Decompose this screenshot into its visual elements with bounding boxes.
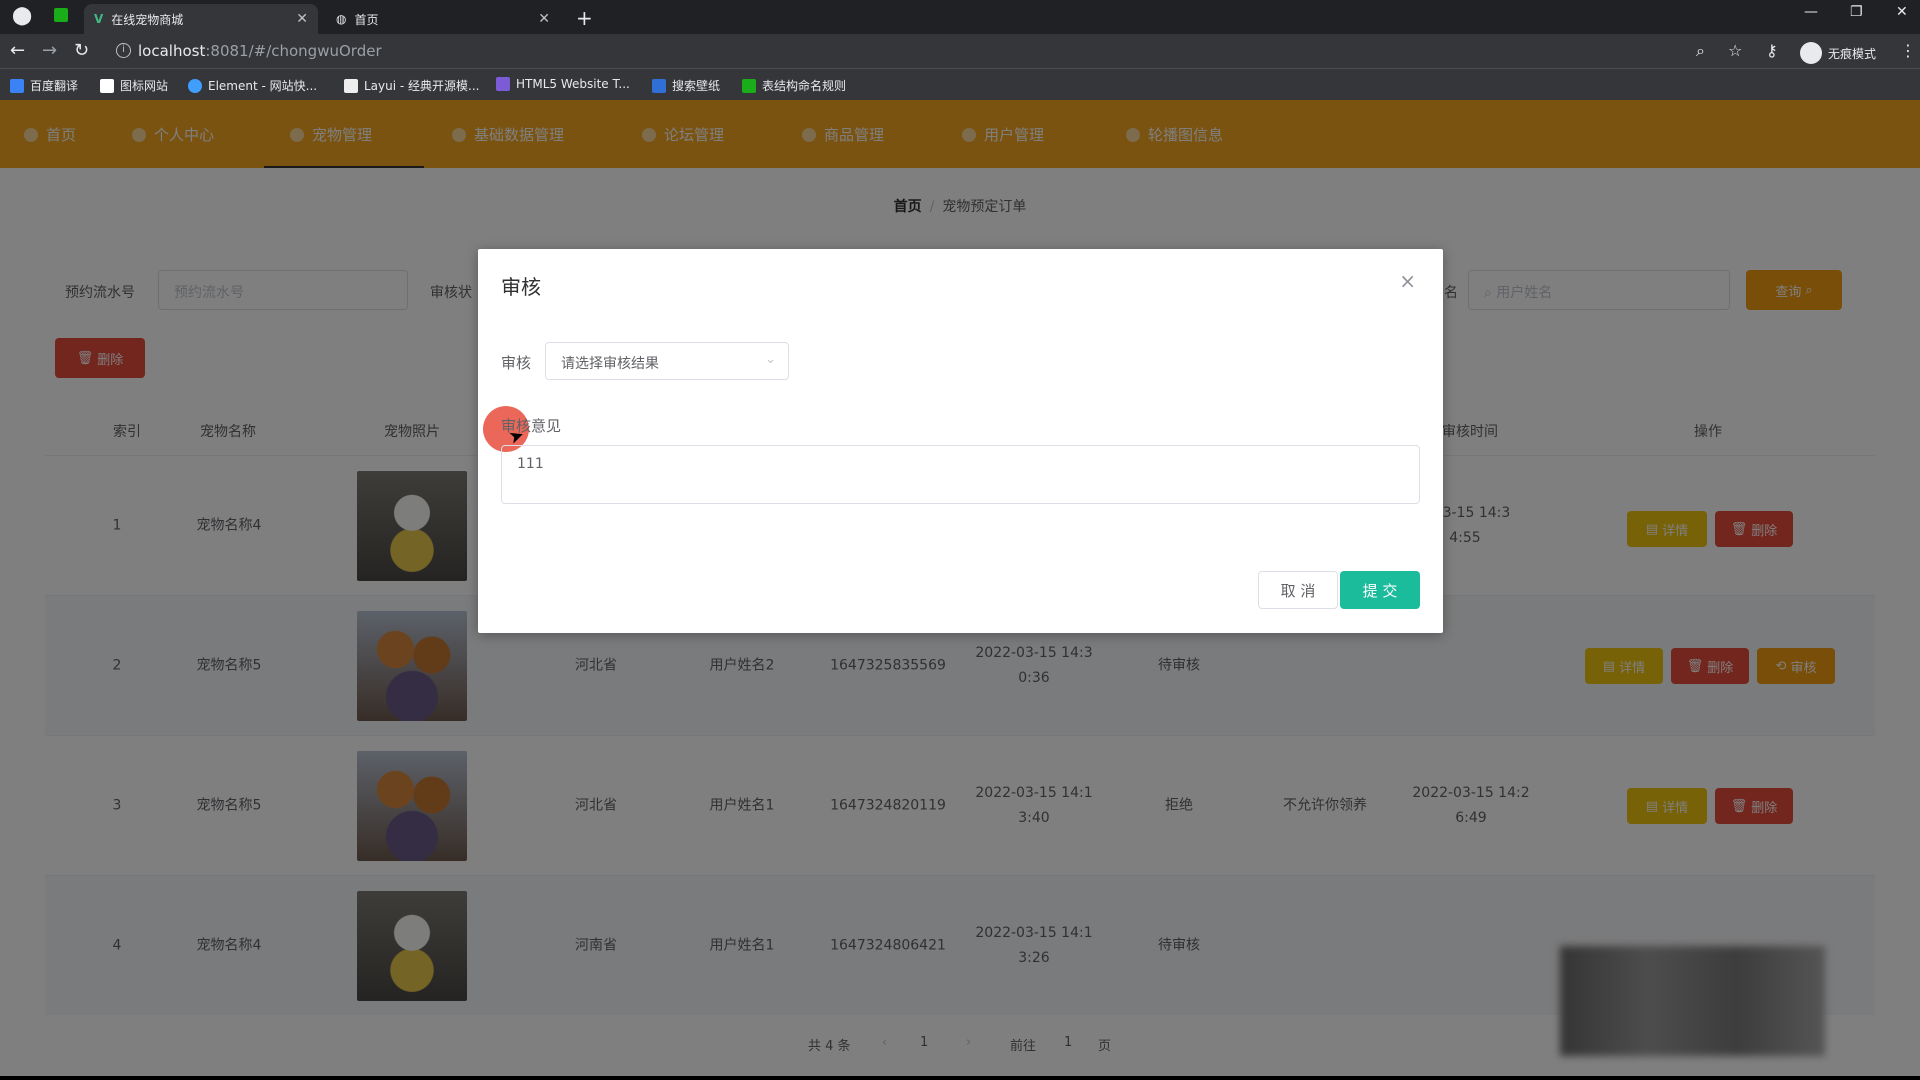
reload-icon[interactable]: ↻	[74, 40, 89, 61]
close-tab-icon[interactable]: ✕	[296, 11, 308, 27]
tab-title: 在线宠物商城	[111, 12, 184, 27]
restore-icon[interactable]: ❐	[1850, 4, 1863, 20]
translate-icon	[10, 78, 24, 93]
layui-icon	[344, 78, 358, 93]
flag-icon	[100, 78, 114, 93]
close-tab-icon[interactable]: ✕	[538, 11, 550, 27]
close-window-icon[interactable]: ✕	[1896, 4, 1908, 20]
key-icon[interactable]: ⚷	[1766, 41, 1778, 60]
opinion-value: 111	[517, 456, 544, 472]
bookmark-label: 图标网站	[120, 79, 169, 93]
app-icon	[54, 8, 68, 22]
bookmark-item[interactable]: HTML5 Website T...	[496, 77, 630, 91]
submit-label: 提 交	[1362, 581, 1398, 600]
chevron-down-icon: ⌄	[765, 352, 776, 367]
chrome-icon: ⬤	[12, 5, 33, 26]
bookmark-label: HTML5 Website T...	[516, 77, 630, 91]
info-icon[interactable]: i	[116, 43, 131, 58]
vue-icon: V	[94, 12, 104, 26]
bookmarks-bar: 百度翻译 图标网站 Element - 网站快... Layui - 经典开源模…	[0, 68, 1920, 100]
cancel-button[interactable]: 取 消	[1258, 571, 1338, 609]
review-dialog: 审核 × 审核 请选择审核结果 ⌄ 审核意见 ➤ 111 取 消 提 交	[478, 249, 1443, 633]
bookmark-label: 百度翻译	[30, 79, 79, 93]
cancel-label: 取 消	[1280, 581, 1316, 600]
globe-icon: ◍	[336, 12, 347, 26]
element-icon	[188, 78, 202, 93]
url-host: localhost	[138, 42, 206, 60]
menu-icon[interactable]: ⋮	[1900, 41, 1916, 60]
browser-toolbar: ← → ↻ i localhost:8081/#/chongwuOrder ⌕ …	[0, 34, 1920, 68]
sheet-icon	[742, 78, 756, 93]
bookmark-item[interactable]: Element - 网站快...	[188, 77, 317, 94]
new-tab-icon[interactable]: +	[576, 6, 593, 30]
bookmark-item[interactable]: 图标网站	[100, 77, 168, 94]
bookmark-item[interactable]: 搜索壁纸	[652, 77, 720, 94]
bookmark-item[interactable]: Layui - 经典开源模...	[344, 77, 479, 94]
bookmark-item[interactable]: 表结构命名规则	[742, 77, 846, 94]
tab-active[interactable]: V 在线宠物商城 ✕	[84, 4, 318, 34]
incognito-label: 无痕模式	[1828, 46, 1877, 61]
wallpaper-icon	[652, 78, 666, 93]
minimize-icon[interactable]: —	[1804, 4, 1818, 20]
address-bar[interactable]: localhost:8081/#/chongwuOrder	[138, 42, 382, 60]
browser-tab-bar: ⬤ V 在线宠物商城 ✕ ◍ 首页 ✕ + — ❐ ✕	[0, 0, 1920, 34]
back-icon[interactable]: ←	[10, 40, 25, 61]
screen-bottom-edge	[0, 1076, 1920, 1080]
dialog-title: 审核	[501, 275, 541, 299]
bookmark-label: Layui - 经典开源模...	[364, 79, 480, 93]
url-path: :8081/#/chongwuOrder	[205, 42, 382, 60]
star-icon[interactable]: ☆	[1728, 41, 1742, 60]
review-result-select[interactable]: 请选择审核结果 ⌄	[545, 342, 789, 380]
close-icon[interactable]: ×	[1399, 269, 1416, 293]
bookmark-item[interactable]: 百度翻译	[10, 77, 78, 94]
opinion-textarea[interactable]: 111	[501, 445, 1420, 504]
forward-icon[interactable]: →	[42, 40, 57, 61]
submit-button[interactable]: 提 交	[1340, 571, 1420, 609]
tab-inactive[interactable]: ◍ 首页 ✕	[326, 4, 560, 34]
incognito-indicator[interactable]: 无痕模式	[1800, 42, 1876, 64]
tab-title: 首页	[354, 12, 379, 27]
bookmark-label: 表结构命名规则	[762, 79, 847, 93]
review-label: 审核	[501, 354, 532, 372]
zoom-icon[interactable]: ⌕	[1696, 41, 1705, 61]
bookmark-label: 搜索壁纸	[672, 79, 721, 93]
select-placeholder: 请选择审核结果	[561, 356, 659, 372]
incognito-icon	[1800, 42, 1822, 64]
bookmark-label: Element - 网站快...	[208, 79, 318, 93]
html5-icon	[496, 77, 510, 91]
